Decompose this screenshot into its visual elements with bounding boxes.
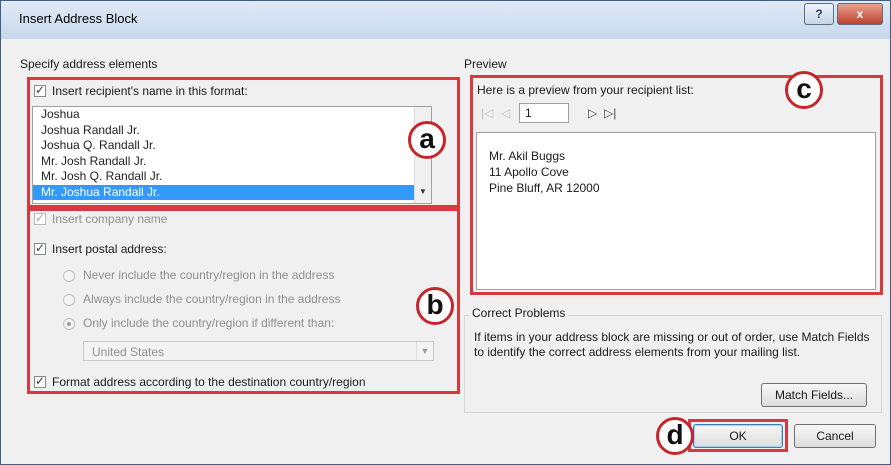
dialog-body: Specify address elements Insert recipien…: [10, 39, 883, 457]
correct-problems-label: Correct Problems: [469, 306, 569, 320]
specify-section-label: Specify address elements: [20, 57, 158, 71]
help-button[interactable]: ?: [804, 3, 834, 25]
dialog-title: Insert Address Block: [19, 11, 138, 26]
title-bar[interactable]: Insert Address Block ? x: [1, 1, 890, 39]
callout-badge-b: b: [416, 287, 454, 325]
callout-badge-a: a: [408, 121, 446, 159]
callout-badge-c: c: [785, 71, 823, 109]
preview-section-label: Preview: [464, 57, 507, 71]
close-button[interactable]: x: [837, 3, 883, 25]
callout-box-c: [470, 75, 883, 295]
callout-box-a: [27, 77, 460, 208]
callout-badge-d: d: [656, 417, 694, 455]
correct-problems-text: If items in your address block are missi…: [474, 330, 870, 359]
match-fields-button[interactable]: Match Fields...: [761, 383, 867, 407]
insert-address-block-dialog: Insert Address Block ? x Specify address…: [0, 0, 891, 465]
callout-box-b: [27, 208, 460, 394]
cancel-button[interactable]: Cancel: [794, 424, 876, 448]
callout-box-d: [688, 419, 788, 452]
